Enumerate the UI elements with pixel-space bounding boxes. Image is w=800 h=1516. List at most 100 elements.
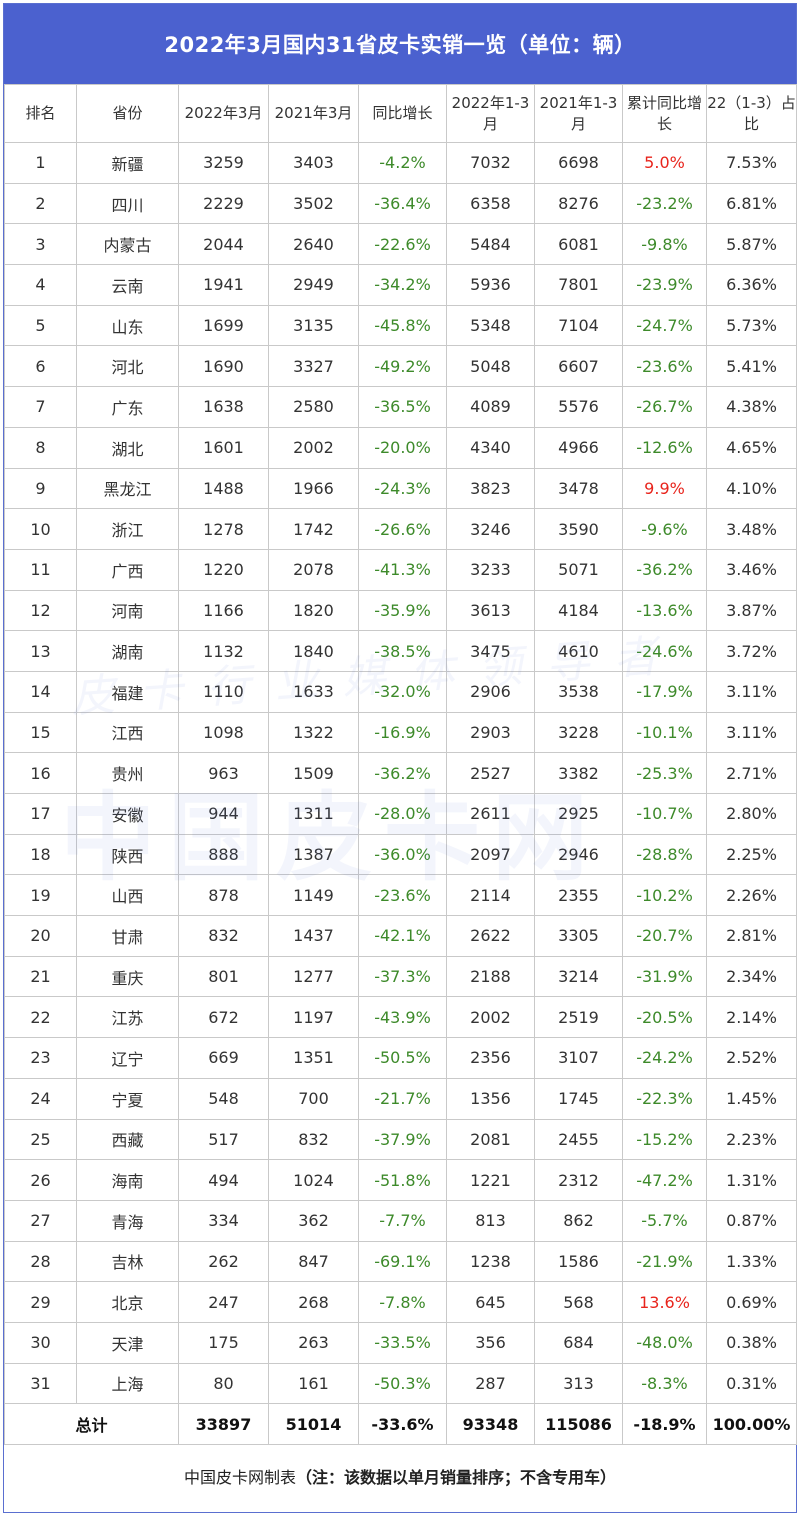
cell-share: 2.14% bbox=[706, 996, 797, 1039]
cell-q1-2022: 813 bbox=[446, 1199, 535, 1242]
cell-yoy: -7.8% bbox=[358, 1281, 447, 1323]
cell-rank: 14 bbox=[4, 670, 77, 713]
cell-q1-2022: 3246 bbox=[446, 508, 535, 550]
cell-rank: 11 bbox=[4, 548, 77, 591]
cell-cum-yoy: -23.6% bbox=[622, 345, 707, 388]
cell-q1-2021: 8276 bbox=[534, 182, 623, 225]
cell-yoy: -50.3% bbox=[358, 1362, 447, 1405]
cell-q1-2022: 2188 bbox=[446, 955, 535, 998]
cell-share: 2.80% bbox=[706, 793, 797, 835]
cell-province: 西藏 bbox=[76, 1118, 179, 1161]
cell-cum-yoy: -10.7% bbox=[622, 793, 707, 835]
cell-rank: 3 bbox=[4, 223, 77, 266]
cell-cum-yoy: -25.3% bbox=[622, 752, 707, 794]
cell-rank: 20 bbox=[4, 915, 77, 957]
cell-yoy: -49.2% bbox=[358, 345, 447, 388]
cell-cum-yoy: -23.2% bbox=[622, 182, 707, 225]
cell-q1-2022: 5048 bbox=[446, 345, 535, 388]
header-mar-2022: 2022年3月 bbox=[178, 84, 269, 143]
cell-mar-2022: 334 bbox=[178, 1199, 269, 1242]
cell-rank: 10 bbox=[4, 508, 77, 550]
table-row: 26 海南 494 1024 -51.8% 1221 2312 -47.2% 1.31% bbox=[4, 1159, 797, 1201]
cell-yoy: -28.0% bbox=[358, 793, 447, 835]
cell-share: 1.45% bbox=[706, 1077, 797, 1120]
cell-mar-2022: 548 bbox=[178, 1077, 269, 1120]
cell-cum-yoy: -10.1% bbox=[622, 711, 707, 754]
cell-yoy: -38.5% bbox=[358, 630, 447, 672]
cell-mar-2021: 3327 bbox=[268, 345, 359, 388]
cell-mar-2021: 1820 bbox=[268, 589, 359, 632]
cell-rank: 22 bbox=[4, 996, 77, 1039]
cell-q1-2022: 356 bbox=[446, 1321, 535, 1364]
cell-rank: 24 bbox=[4, 1077, 77, 1120]
cell-share: 2.81% bbox=[706, 915, 797, 957]
table-row: 25 西藏 517 832 -37.9% 2081 2455 -15.2% 2.23% bbox=[4, 1118, 797, 1161]
cell-q1-2022: 287 bbox=[446, 1362, 535, 1405]
table-row: 12 河南 1166 1820 -35.9% 3613 4184 -13.6% 3.87% bbox=[4, 589, 797, 632]
cell-cum-yoy: -20.7% bbox=[622, 915, 707, 957]
cell-province: 内蒙古 bbox=[76, 223, 179, 266]
cell-yoy: -36.4% bbox=[358, 182, 447, 225]
cell-q1-2021: 4184 bbox=[534, 589, 623, 632]
cell-yoy: -36.2% bbox=[358, 752, 447, 794]
table-row: 22 江苏 672 1197 -43.9% 2002 2519 -20.5% 2.14% bbox=[4, 996, 797, 1039]
header-yoy: 同比增长 bbox=[358, 84, 447, 143]
cell-share: 3.72% bbox=[706, 630, 797, 672]
cell-province: 青海 bbox=[76, 1199, 179, 1242]
cell-q1-2022: 2527 bbox=[446, 752, 535, 794]
total-mar-2021: 51014 bbox=[268, 1403, 359, 1446]
cell-cum-yoy: 13.6% bbox=[622, 1281, 707, 1323]
cell-province: 河南 bbox=[76, 589, 179, 632]
cell-yoy: -37.3% bbox=[358, 955, 447, 998]
cell-share: 0.31% bbox=[706, 1362, 797, 1405]
cell-province: 海南 bbox=[76, 1159, 179, 1201]
cell-q1-2021: 3214 bbox=[534, 955, 623, 998]
cell-yoy: -42.1% bbox=[358, 915, 447, 957]
table-row: 3 内蒙古 2044 2640 -22.6% 5484 6081 -9.8% 5.87% bbox=[4, 223, 797, 266]
cell-mar-2022: 878 bbox=[178, 874, 269, 917]
cell-province: 山西 bbox=[76, 874, 179, 917]
cell-yoy: -43.9% bbox=[358, 996, 447, 1039]
cell-rank: 27 bbox=[4, 1199, 77, 1242]
cell-province: 陕西 bbox=[76, 833, 179, 876]
cell-mar-2021: 1509 bbox=[268, 752, 359, 794]
cell-rank: 29 bbox=[4, 1281, 77, 1323]
cell-share: 2.52% bbox=[706, 1037, 797, 1079]
cell-q1-2021: 3538 bbox=[534, 670, 623, 713]
cell-share: 6.36% bbox=[706, 264, 797, 306]
cell-mar-2022: 1601 bbox=[178, 426, 269, 469]
table-row: 24 宁夏 548 700 -21.7% 1356 1745 -22.3% 1.45% bbox=[4, 1077, 797, 1120]
header-share: 22（1-3）占比 bbox=[706, 84, 797, 143]
cell-yoy: -21.7% bbox=[358, 1077, 447, 1120]
page-title: 2022年3月国内31省皮卡实销一览（单位：辆） bbox=[4, 4, 796, 84]
cell-share: 2.23% bbox=[706, 1118, 797, 1161]
cell-q1-2021: 3228 bbox=[534, 711, 623, 754]
cell-q1-2022: 2114 bbox=[446, 874, 535, 917]
cell-q1-2021: 7104 bbox=[534, 304, 623, 347]
cell-rank: 23 bbox=[4, 1037, 77, 1079]
total-q1-2021: 115086 bbox=[534, 1403, 623, 1446]
cell-province: 江西 bbox=[76, 711, 179, 754]
cell-rank: 18 bbox=[4, 833, 77, 876]
cell-q1-2021: 862 bbox=[534, 1199, 623, 1242]
table-row: 1 新疆 3259 3403 -4.2% 7032 6698 5.0% 7.53% bbox=[4, 142, 797, 184]
cell-rank: 30 bbox=[4, 1321, 77, 1364]
cell-mar-2022: 1488 bbox=[178, 467, 269, 510]
cell-q1-2022: 2081 bbox=[446, 1118, 535, 1161]
header-rank: 排名 bbox=[4, 84, 77, 143]
cell-q1-2021: 5071 bbox=[534, 548, 623, 591]
cell-rank: 28 bbox=[4, 1240, 77, 1283]
cell-yoy: -26.6% bbox=[358, 508, 447, 550]
cell-mar-2022: 80 bbox=[178, 1362, 269, 1405]
cell-province: 浙江 bbox=[76, 508, 179, 550]
cell-q1-2022: 3823 bbox=[446, 467, 535, 510]
cell-q1-2022: 5484 bbox=[446, 223, 535, 266]
header-province: 省份 bbox=[76, 84, 179, 143]
cell-province: 辽宁 bbox=[76, 1037, 179, 1079]
cell-q1-2021: 4610 bbox=[534, 630, 623, 672]
table-row: 7 广东 1638 2580 -36.5% 4089 5576 -26.7% 4.38% bbox=[4, 386, 797, 428]
cell-q1-2021: 1586 bbox=[534, 1240, 623, 1283]
cell-cum-yoy: -28.8% bbox=[622, 833, 707, 876]
cell-rank: 15 bbox=[4, 711, 77, 754]
cell-mar-2021: 847 bbox=[268, 1240, 359, 1283]
